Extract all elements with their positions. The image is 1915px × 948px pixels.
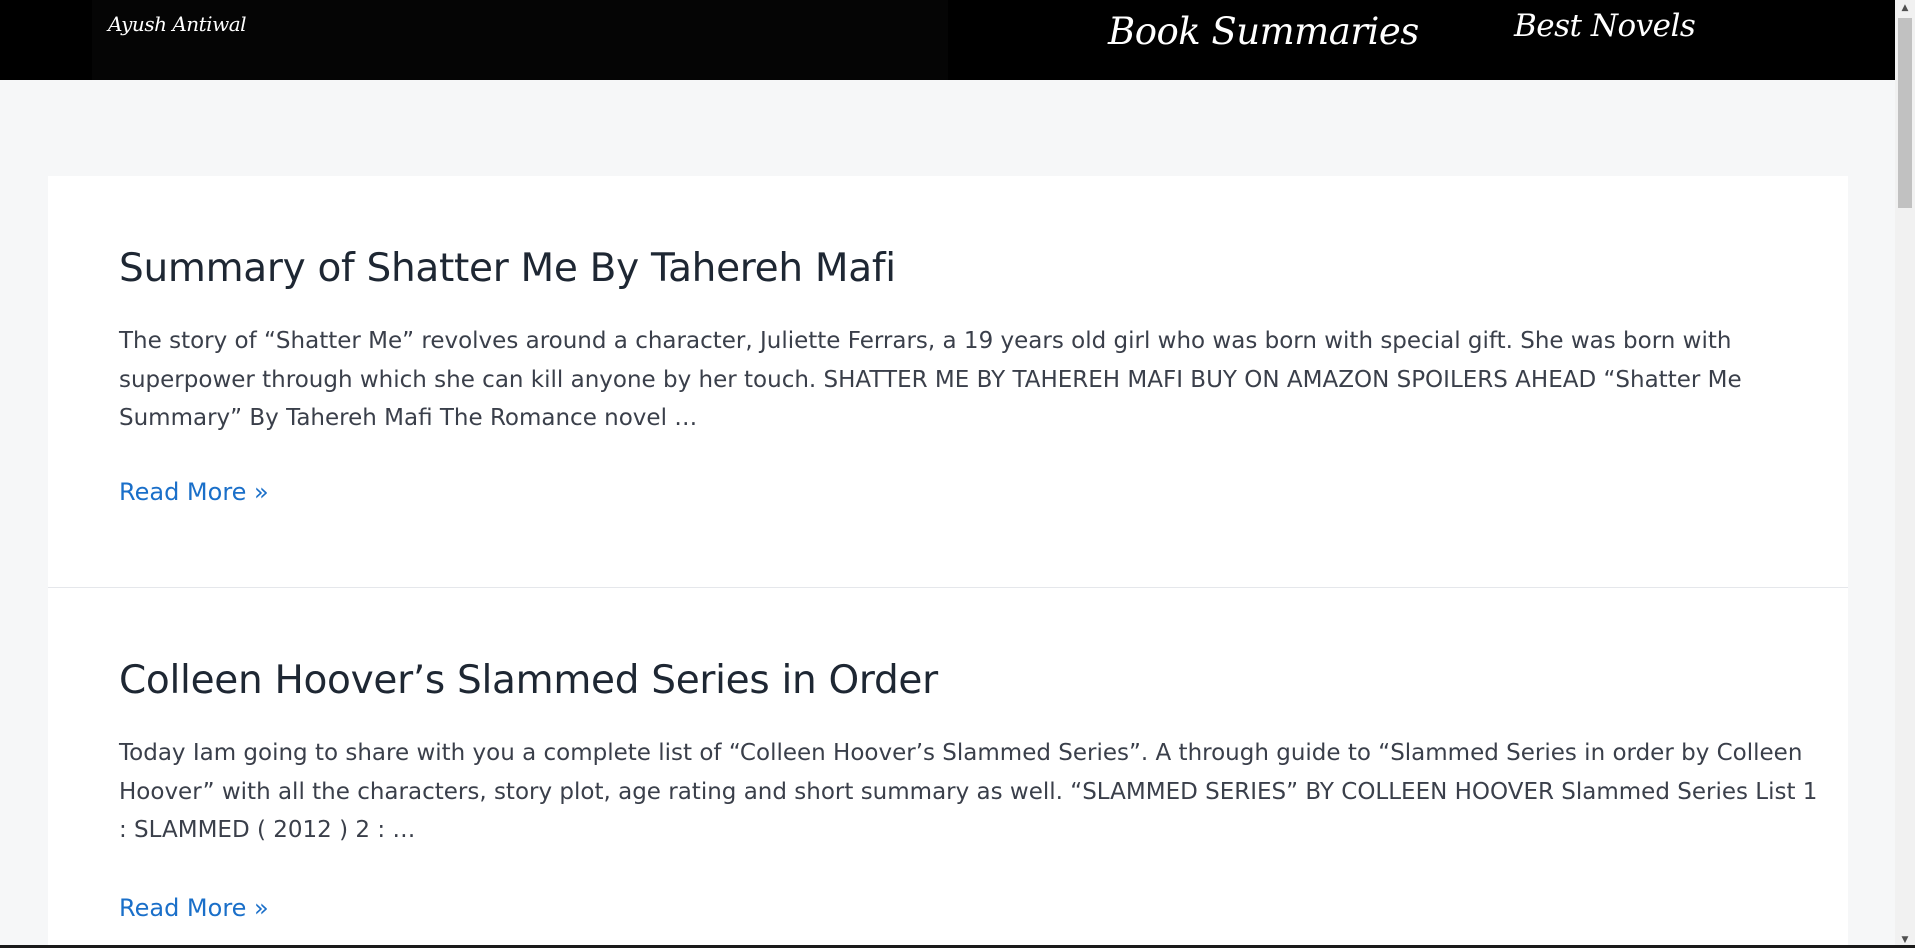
- scroll-up-arrow-icon[interactable]: ▲: [1895, 0, 1915, 16]
- nav-best-novels[interactable]: Best Novels: [1514, 8, 1696, 44]
- post-title-link[interactable]: Colleen Hoover’s Slammed Series in Order: [119, 658, 938, 703]
- site-header: Ayush Antiwal Book Summaries Best Novels: [0, 0, 1895, 80]
- post-title-link[interactable]: Summary of Shatter Me By Tahereh Mafi: [119, 246, 896, 291]
- read-more-link[interactable]: Read More »: [119, 478, 269, 506]
- site-title-link[interactable]: Ayush Antiwal: [108, 12, 247, 36]
- posts-container: Summary of Shatter Me By Tahereh Mafi Th…: [48, 176, 1848, 948]
- read-more-link[interactable]: Read More »: [119, 894, 269, 922]
- vertical-scrollbar[interactable]: ▲ ▼: [1895, 0, 1915, 948]
- scrollbar-thumb[interactable]: [1898, 18, 1912, 208]
- post-card: Summary of Shatter Me By Tahereh Mafi Th…: [48, 176, 1848, 588]
- post-excerpt: Today Iam going to share with you a comp…: [119, 740, 1818, 843]
- nav-book-summaries[interactable]: Book Summaries: [1108, 10, 1419, 53]
- post-card: Colleen Hoover’s Slammed Series in Order…: [48, 588, 1848, 948]
- post-excerpt: The story of “Shatter Me” revolves aroun…: [119, 328, 1742, 431]
